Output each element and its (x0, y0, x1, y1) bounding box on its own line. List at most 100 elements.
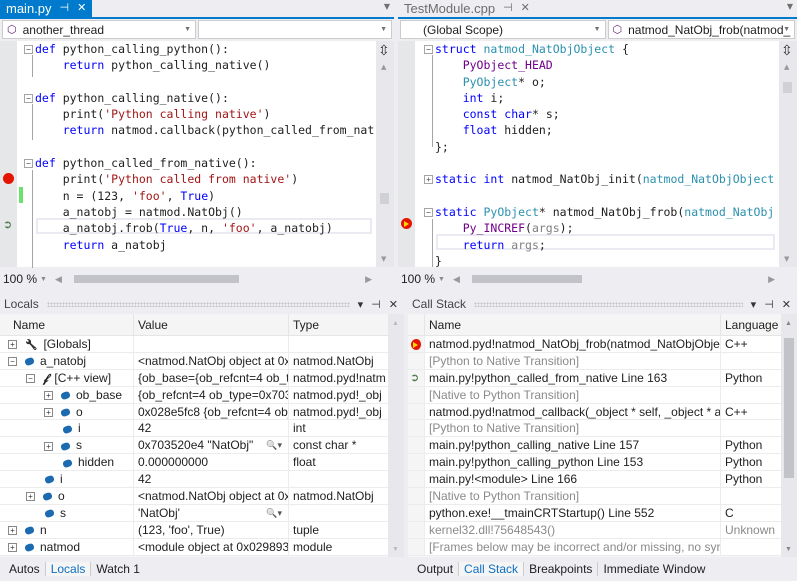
locals-row[interactable]: + o 0x028e5fc8 {ob_refcnt=4 ob_ natmod.pyd!… (0, 403, 404, 421)
fold-toggle-icon[interactable]: − (24, 45, 33, 54)
tab-locals[interactable]: Locals (45, 562, 92, 576)
drag-grip[interactable] (474, 301, 743, 307)
callstack-frame[interactable]: [Native to Python Transition] (408, 488, 797, 505)
value-cell[interactable]: <natmod.NatObj object at 0x (134, 352, 289, 369)
expand-icon[interactable]: + (44, 391, 53, 400)
expand-icon[interactable]: + (8, 543, 17, 553)
tab-testmodule-cpp[interactable]: TestModule.cpp ⊣ ✕ (398, 0, 536, 17)
tab-autos[interactable]: Autos (4, 562, 46, 576)
scope-dropdown[interactable]: ⬡ another_thread ▼ (2, 20, 196, 39)
callstack-frame[interactable]: [Python to Native Transition] (408, 352, 797, 370)
column-header-language[interactable]: Language (721, 314, 781, 336)
scroll-up-icon[interactable]: ▲ (392, 320, 399, 327)
glyph-margin[interactable]: ➲ (0, 41, 17, 267)
code-line[interactable]: − def python_called_from_native(): (24, 155, 374, 171)
breakpoint-icon[interactable] (3, 173, 14, 184)
code-line[interactable]: − static PyObject* natmod_NatObj_frob(nat… (424, 204, 777, 220)
pin-icon[interactable]: ⊣ (60, 0, 70, 17)
close-icon[interactable]: ✕ (521, 0, 530, 17)
locals-row[interactable]: + n (123, 'foo', True) tuple (0, 521, 404, 539)
tab-list-dropdown-icon[interactable]: ▼ (384, 2, 390, 11)
locals-row[interactable]: + ob_base {ob_refcnt=4 ob_type=0x703 natmod… (0, 386, 404, 404)
scroll-right-icon[interactable]: ▶ (365, 274, 372, 285)
column-header-name[interactable]: Name (425, 313, 721, 336)
locals-row[interactable]: + s 0x703520e4 "NatObj" 🔍▾ const char * (0, 437, 404, 455)
callstack-frame[interactable]: main.py!<module> Line 166 Python (408, 471, 797, 489)
value-cell[interactable]: 42 (134, 471, 289, 488)
callstack-frame[interactable]: kernel32.dll!75648543() Unknown (408, 521, 797, 539)
vertical-scrollbar[interactable]: ⇳ ▲ ▼ (376, 41, 394, 267)
scroll-down-icon[interactable]: ▼ (785, 546, 792, 553)
code-line[interactable]: − struct natmod_NatObjObject { (424, 41, 777, 57)
code-line[interactable]: return natmod.callback(python_called_fro… (24, 122, 374, 138)
zoom-dropdown-icon[interactable]: ▼ (40, 276, 47, 283)
pin-icon[interactable]: ⊣ (371, 298, 381, 311)
window-dropdown-icon[interactable]: ▾ (751, 298, 757, 311)
zoom-level[interactable]: 100 % (398, 272, 438, 286)
code-line[interactable]: return python_calling_native() (24, 57, 374, 73)
fold-toggle-icon[interactable]: + (424, 175, 433, 185)
code-line[interactable]: n = (123, 'foo', True) (24, 188, 374, 204)
code-line[interactable]: return args; (424, 237, 777, 253)
scroll-down-icon[interactable]: ▼ (784, 255, 789, 263)
value-cell[interactable]: 'NatObj' 🔍▾ (134, 504, 289, 521)
locals-row[interactable]: + natmod <module object at 0x029893f module (0, 538, 404, 556)
callstack-frame[interactable]: natmod.pyd!natmod_NatObj_frob(natmod_Nat… (408, 336, 797, 353)
code-line[interactable]: print('Python called from native') (24, 171, 374, 187)
locals-row[interactable]: i 42 int (0, 420, 404, 438)
code-line[interactable]: a_natobj = natmod.NatObj() (24, 204, 374, 220)
code-line[interactable] (24, 139, 374, 155)
vertical-scrollbar[interactable]: ⇳ ▲ ▼ (779, 41, 797, 267)
code-line[interactable]: − def python_calling_python(): (24, 41, 374, 57)
locals-row[interactable]: − 𝒻 [C++ view] {ob_base={ob_refcnt=4 ob_ty n… (0, 369, 404, 387)
value-cell[interactable]: 0x028e5fc8 {ob_refcnt=4 ob_ (134, 403, 289, 420)
vertical-scrollbar[interactable]: ▲ ▼ (388, 314, 404, 557)
callstack-frame[interactable]: main.py!python_calling_native Line 157 Py… (408, 437, 797, 455)
callstack-frame[interactable]: natmod.pyd!natmod_callback(_object * sel… (408, 403, 797, 421)
tab-main-py[interactable]: main.py ⊣ ✕ (0, 0, 93, 17)
member-dropdown[interactable]: ⬡ natmod_NatObj_frob(natmod_ ▼ (607, 20, 795, 39)
zoom-level[interactable]: 100 % (0, 272, 40, 286)
window-dropdown-icon[interactable]: ▾ (358, 298, 364, 311)
code-text[interactable]: − def python_calling_python(): return pyt… (24, 41, 374, 267)
horizontal-scrollbar[interactable] (73, 272, 347, 286)
fold-toggle-icon[interactable]: − (24, 93, 33, 103)
locals-row[interactable]: + 🔧 [Globals] (0, 336, 404, 353)
zoom-dropdown-icon[interactable]: ▼ (438, 276, 445, 283)
current-statement-breakpoint-icon[interactable] (401, 218, 412, 229)
tab-breakpoints[interactable]: Breakpoints (524, 562, 599, 576)
code-line[interactable]: return a_natobj (24, 237, 374, 253)
callstack-frame[interactable]: [Frames below may be incorrect and/or mi… (408, 538, 797, 556)
value-cell[interactable]: 42 (134, 420, 289, 437)
fold-toggle-icon[interactable]: − (24, 159, 33, 169)
code-line[interactable]: int i; (424, 90, 777, 106)
tab-call-stack[interactable]: Call Stack (459, 562, 525, 576)
code-line[interactable]: float hidden; (424, 122, 777, 138)
fold-toggle-icon[interactable]: − (424, 207, 433, 217)
close-icon[interactable]: ✕ (77, 0, 86, 17)
value-cell[interactable] (134, 336, 289, 352)
value-cell[interactable]: {ob_refcnt=4 ob_type=0x703 (134, 386, 289, 403)
callstack-frame[interactable]: ➲ main.py!python_called_from_native Line … (408, 369, 797, 387)
left-code-editor[interactable]: ➲ − def python_calling_python(): return p… (0, 41, 394, 269)
tab-immediate-window[interactable]: Immediate Window (598, 562, 710, 576)
text-visualizer-icon[interactable]: 🔍▾ (266, 505, 282, 521)
tab-list-dropdown-icon[interactable]: ▼ (787, 2, 793, 11)
callstack-frame[interactable]: [Native to Python Transition] (408, 386, 797, 404)
value-cell[interactable]: (123, 'foo', True) (134, 521, 289, 538)
code-line[interactable]: + static int natmod_NatObj_init(natmod_Na… (424, 171, 777, 187)
value-cell[interactable]: 0.000000000 (134, 454, 289, 471)
close-icon[interactable]: ✕ (782, 298, 791, 311)
callstack-frame[interactable]: python.exe!__tmainCRTStartup() Line 552 C (408, 504, 797, 522)
locals-row[interactable]: s 'NatObj' 🔍▾ (0, 504, 404, 522)
scroll-thumb[interactable] (784, 338, 794, 478)
expand-icon[interactable]: + (26, 492, 35, 502)
code-line[interactable]: Py_INCREF(args); (424, 220, 777, 236)
column-header-value[interactable]: Value (134, 313, 289, 336)
locals-row[interactable]: − a_natobj <natmod.NatObj object at 0x natm… (0, 352, 404, 370)
text-visualizer-icon[interactable]: 🔍▾ (266, 437, 282, 453)
right-code-editor[interactable]: − struct natmod_NatObjObject { PyObject_H… (398, 41, 797, 267)
scroll-up-icon[interactable]: ▲ (381, 63, 386, 71)
code-line[interactable]: print('Python calling native') (24, 106, 374, 122)
horizontal-scrollbar[interactable] (471, 272, 750, 286)
